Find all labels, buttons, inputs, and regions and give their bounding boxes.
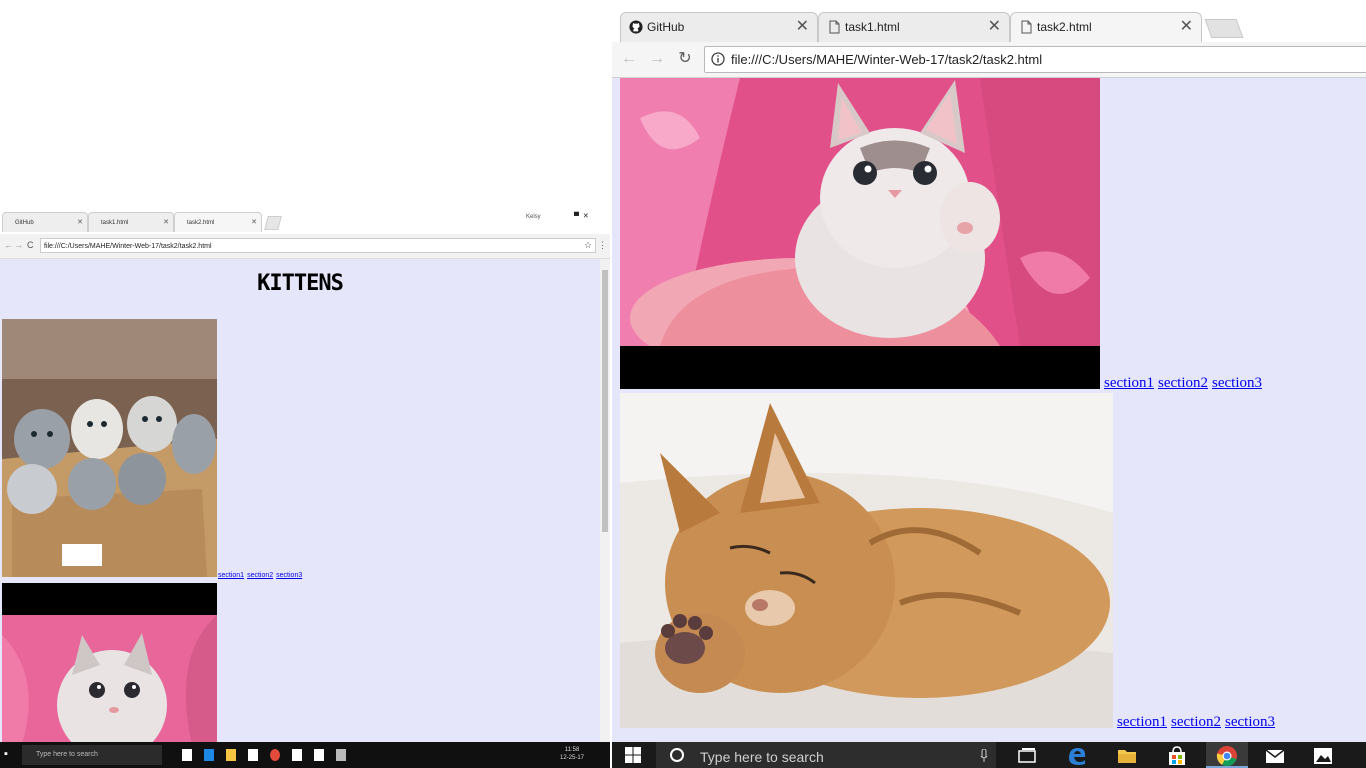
- page-title: KITTENS: [257, 271, 344, 296]
- mail-icon[interactable]: [1264, 745, 1286, 767]
- left-tab-strip: GitHub ✕ task1.html ✕ task2.html ✕: [0, 210, 610, 233]
- info-icon[interactable]: [711, 52, 725, 66]
- search-placeholder: Type here to search: [700, 749, 824, 765]
- edge-icon[interactable]: [1066, 745, 1088, 767]
- kitten-in-yarn-image: [620, 78, 1100, 346]
- task-view-icon[interactable]: [1016, 745, 1038, 767]
- photos-icon[interactable]: [314, 749, 324, 761]
- microphone-icon[interactable]: [980, 749, 988, 763]
- left-taskbar-search[interactable]: Type here to search: [22, 745, 162, 765]
- left-screen-capture: GitHub ✕ task1.html ✕ task2.html ✕ Kelsy ▀ …: [0, 0, 610, 768]
- chrome-icon: [1216, 746, 1237, 767]
- file-explorer-icon[interactable]: [226, 749, 236, 761]
- left-taskbar: ▪ Type here to search 11:58 12-25-17: [0, 742, 610, 768]
- chrome-window: GitHub ✕ task1.html ✕ task2.html ✕ ← → ↻: [612, 0, 1366, 768]
- close-icon[interactable]: ✕: [163, 213, 169, 232]
- left-user-label: Kelsy: [526, 214, 541, 220]
- left-scrollbar-thumb[interactable]: [602, 270, 608, 532]
- photos-icon[interactable]: [1312, 745, 1334, 767]
- left-address-bar: ← → C file:///C:/Users/MAHE/Winter-Web-1…: [0, 234, 610, 259]
- kittens-in-box-image: [2, 319, 217, 577]
- section3-link[interactable]: section3: [276, 572, 302, 579]
- left-tab-task1[interactable]: task1.html ✕: [88, 212, 174, 232]
- edge-icon[interactable]: [204, 749, 214, 761]
- section3-link[interactable]: section3: [1225, 714, 1275, 730]
- close-icon[interactable]: ✕: [77, 213, 83, 232]
- github-icon: [629, 20, 643, 34]
- section2-link[interactable]: section2: [247, 572, 273, 579]
- left-clock: 11:58 12-25-17: [560, 746, 584, 762]
- tab-label: GitHub: [647, 20, 685, 34]
- mail-icon[interactable]: [292, 749, 302, 761]
- forward-icon[interactable]: →: [14, 240, 23, 250]
- store-icon[interactable]: [248, 749, 258, 761]
- star-icon[interactable]: ☆: [584, 240, 592, 251]
- left-tab-label: task2.html: [187, 220, 215, 226]
- app-icon[interactable]: [336, 749, 346, 761]
- reload-icon: ↻: [678, 50, 692, 67]
- document-icon: [1021, 20, 1032, 34]
- close-icon[interactable]: ✕: [1180, 13, 1193, 41]
- new-tab-button[interactable]: [1204, 19, 1244, 38]
- tab-label: task2.html: [1037, 20, 1092, 34]
- clock-date: 12-25-17: [560, 755, 585, 761]
- taskbar-search-box[interactable]: Type here to search: [656, 742, 996, 768]
- start-icon[interactable]: [624, 746, 642, 764]
- address-bar[interactable]: file:///C:/Users/MAHE/Winter-Web-17/task…: [704, 46, 1366, 73]
- clock-time: 11:58: [564, 747, 580, 753]
- section1-link[interactable]: section1: [1104, 375, 1154, 391]
- left-url-field[interactable]: file:///C:/Users/MAHE/Winter-Web-17/task…: [40, 238, 596, 253]
- section1-link[interactable]: section1: [218, 572, 244, 579]
- left-section-links: section1 section2 section3: [218, 572, 305, 579]
- file-explorer-icon[interactable]: [1116, 745, 1138, 767]
- close-icon[interactable]: ✕: [988, 13, 1001, 41]
- chrome-taskbar-button[interactable]: [1206, 742, 1248, 768]
- url-text: file:///C:/Users/MAHE/Winter-Web-17/task…: [731, 52, 1043, 67]
- tab-github[interactable]: GitHub ✕: [620, 12, 818, 42]
- left-tab-github[interactable]: GitHub ✕: [2, 212, 88, 232]
- left-tab-task2[interactable]: task2.html ✕: [174, 212, 262, 232]
- chrome-icon[interactable]: [270, 749, 280, 761]
- tab-label: task1.html: [845, 20, 900, 34]
- back-icon: ←: [621, 50, 637, 67]
- back-button[interactable]: ←: [618, 48, 640, 70]
- document-icon: [829, 20, 840, 34]
- browser-toolbar: ← → ↻ file:///C:/Users/MAHE/Winter-Web-1…: [612, 42, 1366, 78]
- kitten-in-yarn-image: [2, 615, 217, 742]
- section-links: section1 section2 section3: [1117, 714, 1279, 731]
- forward-button[interactable]: →: [646, 48, 668, 70]
- cortana-icon: [670, 748, 684, 762]
- left-tab-label: GitHub: [15, 220, 34, 226]
- new-tab-button[interactable]: [264, 216, 282, 230]
- sleeping-kitten-image: [620, 393, 1113, 728]
- windows-taskbar: Type here to search: [612, 742, 1366, 768]
- tab-strip: GitHub ✕ task1.html ✕ task2.html ✕: [612, 0, 1366, 42]
- tab-task1[interactable]: task1.html ✕: [818, 12, 1010, 42]
- window-controls-icon[interactable]: ▀ ✕: [574, 212, 589, 220]
- section2-link[interactable]: section2: [1171, 714, 1221, 730]
- section3-link[interactable]: section3: [1212, 375, 1262, 391]
- start-icon[interactable]: ▪: [4, 748, 8, 760]
- tab-task2[interactable]: task2.html ✕: [1010, 12, 1202, 42]
- task-view-icon[interactable]: [182, 749, 192, 761]
- back-icon[interactable]: ←: [4, 240, 13, 250]
- page-content: section1 section2 section3 section1 section…: [612, 78, 1366, 742]
- left-page-content: KITTENS section1 section2 section3: [0, 259, 600, 742]
- reload-button[interactable]: ↻: [674, 48, 696, 70]
- forward-icon: →: [649, 50, 665, 67]
- store-icon[interactable]: [1166, 745, 1188, 767]
- black-bar: [620, 346, 1100, 389]
- close-icon[interactable]: ✕: [251, 213, 257, 232]
- left-tab-label: task1.html: [101, 220, 129, 226]
- reload-icon[interactable]: C: [27, 240, 34, 250]
- section1-link[interactable]: section1: [1117, 714, 1167, 730]
- section-links: section1 section2 section3: [1104, 375, 1266, 392]
- black-bar: [2, 583, 217, 615]
- menu-icon[interactable]: ⋮: [598, 240, 607, 251]
- close-icon[interactable]: ✕: [796, 13, 809, 41]
- section2-link[interactable]: section2: [1158, 375, 1208, 391]
